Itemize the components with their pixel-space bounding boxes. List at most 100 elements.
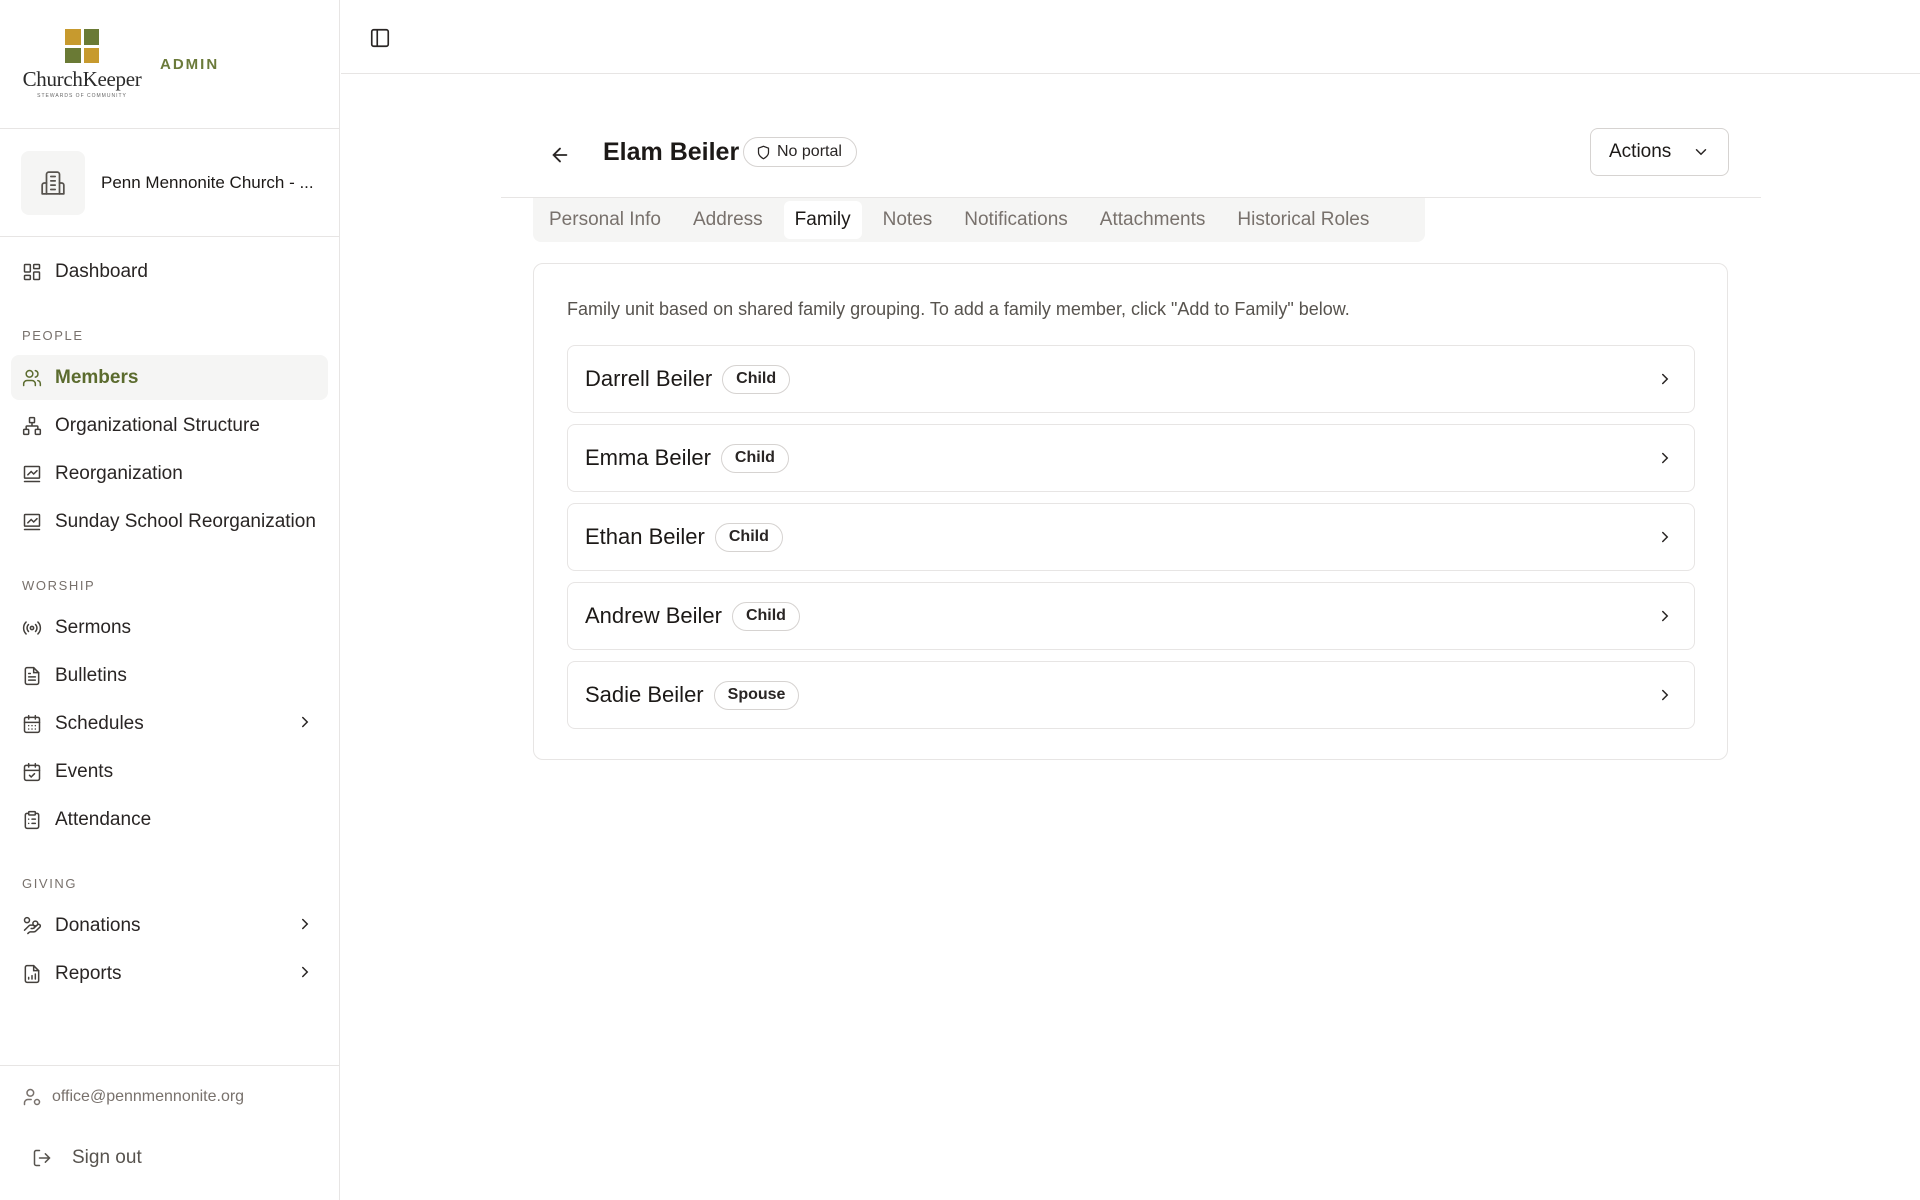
document-icon (21, 665, 43, 687)
building-icon (21, 150, 85, 215)
org-switcher[interactable]: Penn Mennonite Church - ... (0, 129, 339, 237)
family-member-row[interactable]: Andrew Beiler Child (567, 582, 1695, 650)
brand-header: ChurchKeeper STEWARDS OF COMMUNITY ADMIN (0, 0, 339, 129)
nav-reorganization[interactable]: Reorganization (11, 451, 328, 496)
log-out-icon (32, 1148, 52, 1168)
family-role-badge: Spouse (713, 680, 800, 710)
logo-text: ChurchKeeper (22, 67, 142, 91)
family-member-row[interactable]: Ethan Beiler Child (567, 503, 1695, 571)
portal-status-label: No portal (777, 143, 842, 160)
org-name: Penn Mennonite Church - ... (101, 172, 314, 192)
sidebar: ChurchKeeper STEWARDS OF COMMUNITY ADMIN… (0, 0, 340, 1200)
sidebar-toggle-icon[interactable] (369, 27, 391, 49)
tab-historical-roles[interactable]: Historical Roles (1226, 201, 1380, 239)
nav-members[interactable]: Members (11, 355, 328, 400)
churchkeeper-logo[interactable]: ChurchKeeper STEWARDS OF COMMUNITY (23, 29, 142, 99)
tab-personal-info[interactable]: Personal Info (538, 201, 672, 239)
member-tabs: Personal Info Address Family Notes Notif… (533, 198, 1425, 242)
logo-mark-icon (65, 29, 99, 63)
nav-dashboard[interactable]: Dashboard (11, 249, 328, 294)
broadcast-icon (21, 617, 43, 639)
family-member-name: Sadie Beiler (585, 682, 704, 707)
family-card: Family unit based on shared family group… (533, 263, 1728, 760)
shield-icon (756, 145, 771, 160)
nav-bulletins[interactable]: Bulletins (11, 653, 328, 698)
chart-board-icon (21, 511, 43, 533)
logo-subtitle: STEWARDS OF COMMUNITY (37, 93, 127, 99)
chevron-right-icon (296, 713, 314, 737)
family-member-name: Ethan Beiler (585, 524, 705, 549)
portal-status-badge: No portal (743, 137, 857, 167)
users-icon (21, 367, 43, 389)
family-member-row[interactable]: Sadie Beiler Spouse (567, 661, 1695, 729)
tab-notes[interactable]: Notes (872, 201, 944, 239)
main-nav: Dashboard PEOPLE Members Organizational … (0, 237, 339, 1011)
user-account: office@pennmennonite.org (0, 1066, 340, 1128)
chevron-right-icon (296, 915, 314, 939)
tab-attachments[interactable]: Attachments (1089, 201, 1217, 239)
admin-label: ADMIN (160, 55, 220, 73)
nav-donations-label: Donations (55, 914, 141, 936)
family-member-name: Emma Beiler (585, 445, 711, 470)
nav-reports[interactable]: Reports (11, 951, 328, 996)
nav-sermons[interactable]: Sermons (11, 605, 328, 650)
family-member-row[interactable]: Emma Beiler Child (567, 424, 1695, 492)
network-icon (21, 415, 43, 437)
user-cog-icon (22, 1087, 42, 1107)
section-people-label: PEOPLE (22, 328, 84, 343)
nav-reports-label: Reports (55, 962, 122, 984)
actions-label: Actions (1609, 141, 1672, 162)
member-header: Elam Beiler No portal Actions (501, 128, 1761, 198)
family-role-badge: Child (714, 522, 783, 552)
nav-events-label: Events (55, 760, 114, 782)
family-description: Family unit based on shared family group… (567, 299, 1350, 319)
nav-bulletins-label: Bulletins (55, 664, 127, 686)
family-member-name: Andrew Beiler (585, 603, 722, 628)
nav-schedules-label: Schedules (55, 712, 144, 734)
family-role-badge: Child (722, 364, 791, 394)
nav-sunday-school-label: Sunday School Reorganization (55, 510, 316, 532)
nav-donations[interactable]: Donations (11, 903, 328, 948)
clipboard-icon (21, 809, 43, 831)
chevron-right-icon (1656, 449, 1674, 467)
chevron-right-icon (296, 963, 314, 987)
nav-schedules[interactable]: Schedules (11, 701, 328, 746)
dashboard-icon (21, 261, 43, 283)
family-role-badge: Child (731, 601, 800, 631)
section-worship-label: WORSHIP (22, 578, 96, 593)
chevron-down-icon (1692, 143, 1710, 161)
tab-family[interactable]: Family (783, 201, 862, 239)
nav-org-structure[interactable]: Organizational Structure (11, 403, 328, 448)
hand-coins-icon (21, 915, 43, 937)
calendar-icon (21, 713, 43, 735)
chevron-right-icon (1656, 686, 1674, 704)
nav-events[interactable]: Events (11, 749, 328, 794)
actions-dropdown-button[interactable]: Actions (1590, 128, 1729, 176)
nav-org-structure-label: Organizational Structure (55, 414, 260, 436)
nav-sunday-school[interactable]: Sunday School Reorganization (11, 499, 328, 544)
chevron-right-icon (1656, 607, 1674, 625)
user-email: office@pennmennonite.org (52, 1088, 245, 1105)
family-member-name: Darrell Beiler (585, 366, 713, 391)
chart-board-icon (21, 463, 43, 485)
sign-out-label: Sign out (72, 1147, 142, 1168)
tab-address[interactable]: Address (682, 201, 774, 239)
nav-attendance-label: Attendance (55, 808, 152, 830)
chevron-right-icon (1656, 370, 1674, 388)
nav-reorganization-label: Reorganization (55, 462, 183, 484)
family-member-row[interactable]: Darrell Beiler Child (567, 345, 1695, 413)
nav-sermons-label: Sermons (55, 616, 132, 638)
top-bar (341, 0, 1920, 74)
nav-attendance[interactable]: Attendance (11, 797, 328, 842)
section-giving-label: GIVING (22, 876, 78, 891)
report-icon (21, 963, 43, 985)
nav-members-label: Members (55, 366, 139, 388)
nav-dashboard-label: Dashboard (55, 260, 148, 282)
page-title: Elam Beiler (603, 138, 740, 166)
family-role-badge: Child (720, 443, 789, 473)
calendar-check-icon (21, 761, 43, 783)
sidebar-footer: office@pennmennonite.org Sign out (0, 1065, 340, 1200)
back-arrow-icon[interactable] (547, 142, 573, 168)
tab-notifications[interactable]: Notifications (953, 201, 1079, 239)
sign-out-button[interactable]: Sign out (0, 1128, 340, 1188)
